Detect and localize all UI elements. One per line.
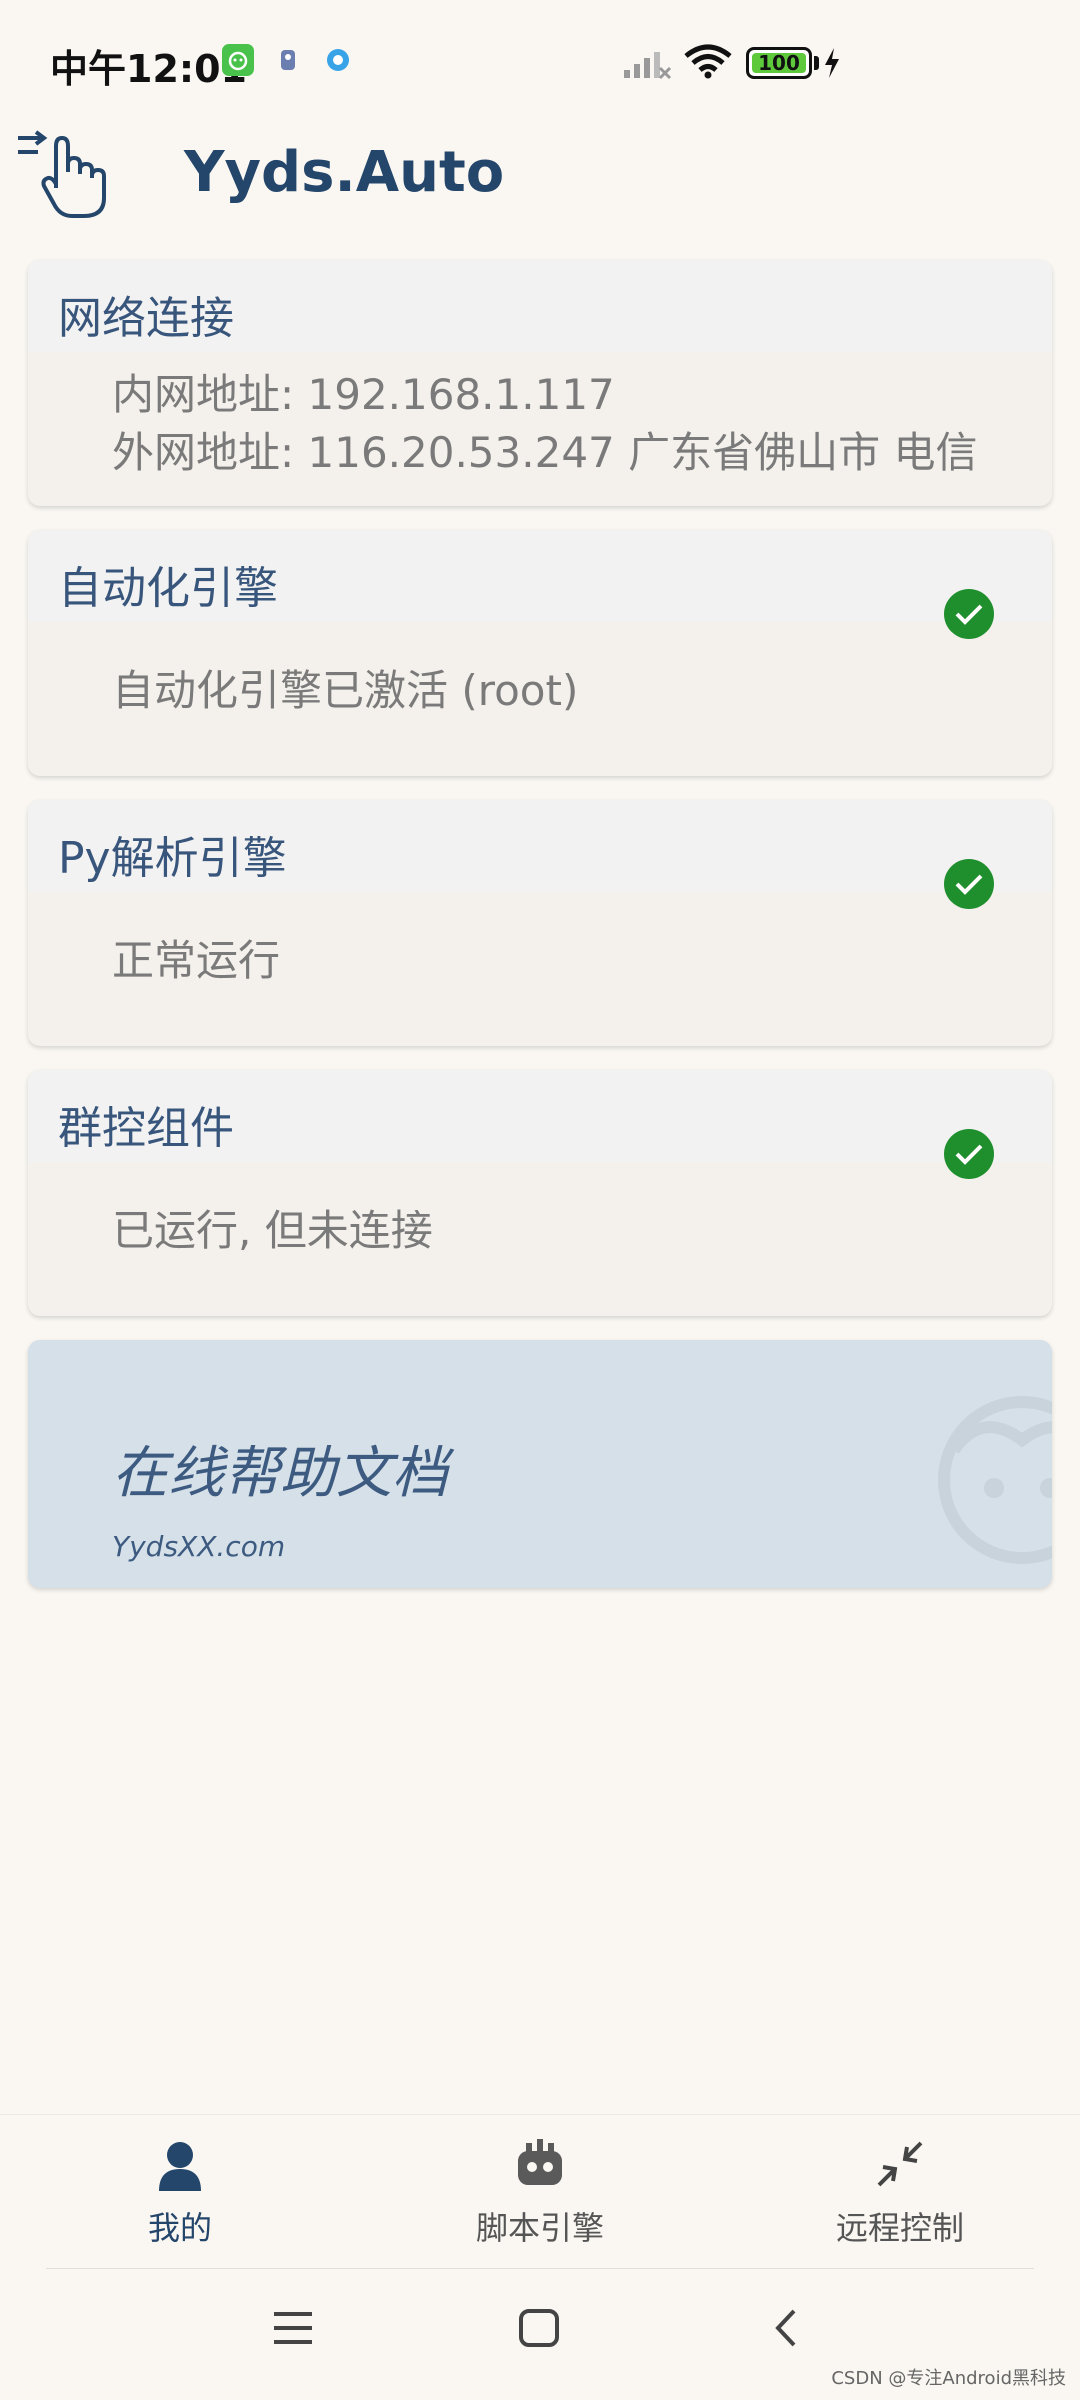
watermark: CSDN @专注Android黑科技	[831, 2368, 1066, 2389]
status-bar: 中午12:01 100	[0, 0, 1080, 120]
card-title: Py解析引擎	[28, 800, 1052, 892]
help-docs-card[interactable]: 在线帮助文档 YydsXX.com	[28, 1340, 1052, 1588]
check-circle-icon	[944, 1129, 994, 1179]
remote-arrows-icon	[873, 2141, 927, 2195]
help-title: 在线帮助文档	[112, 1441, 448, 1506]
lan-address: 内网地址: 192.168.1.117	[112, 370, 615, 419]
nav-label: 脚本引擎	[475, 2209, 604, 2247]
person-icon	[155, 2142, 205, 2195]
browser-notification-icon	[322, 44, 354, 76]
automation-status: 自动化引擎已激活 (root)	[112, 666, 579, 715]
signal-icon	[622, 46, 672, 84]
app-screen: 中午12:01 100 Yyds.Auto 网络连接 内网地址: 192.168…	[0, 0, 1080, 2400]
bottom-navigation: 我的 脚本引擎 远程控制	[0, 2114, 1080, 2270]
network-card[interactable]: 网络连接 内网地址: 192.168.1.117 外网地址: 116.20.53…	[28, 260, 1052, 506]
network-info: 内网地址: 192.168.1.117 外网地址: 116.20.53.247 …	[28, 352, 1052, 482]
python-status: 正常运行	[112, 936, 281, 985]
card-title: 自动化引擎	[28, 530, 1052, 622]
group-control-card[interactable]: 群控组件 已运行, 但未连接	[28, 1070, 1052, 1316]
status-time: 中午12:01	[50, 47, 247, 91]
check-circle-icon	[944, 589, 994, 639]
card-title: 群控组件	[28, 1070, 1052, 1162]
help-url: YydsXX.com	[112, 1530, 286, 1563]
check-circle-icon	[944, 859, 994, 909]
card-title: 网络连接	[28, 260, 1052, 352]
app-title: Yyds.Auto	[184, 140, 505, 205]
app-notification-icon	[222, 44, 254, 76]
home-icon[interactable]	[518, 2308, 560, 2352]
battery-icon: 100	[746, 47, 812, 79]
charging-icon	[824, 48, 840, 82]
face-icon	[922, 1370, 1052, 1584]
group-control-status: 已运行, 但未连接	[112, 1206, 433, 1255]
nav-item-remote-control[interactable]: 远程控制	[780, 2137, 1020, 2249]
nav-label: 我的	[147, 2209, 212, 2247]
python-engine-card[interactable]: Py解析引擎 正常运行	[28, 800, 1052, 1046]
app-bar	[0, 120, 1080, 260]
nav-label: 远程控制	[835, 2209, 964, 2247]
menu-icon[interactable]	[272, 2308, 314, 2352]
robot-notification-icon	[272, 44, 304, 76]
back-icon[interactable]	[772, 2308, 802, 2352]
hand-pointer-icon	[14, 128, 114, 222]
robot-icon	[512, 2139, 568, 2195]
wan-address: 外网地址: 116.20.53.247 广东省佛山市 电信	[112, 428, 978, 477]
nav-item-mine[interactable]: 我的	[60, 2137, 300, 2249]
battery-level: 100	[758, 51, 800, 75]
wifi-icon	[684, 44, 732, 84]
nav-item-script-engine[interactable]: 脚本引擎	[420, 2137, 660, 2249]
automation-engine-card[interactable]: 自动化引擎 自动化引擎已激活 (root)	[28, 530, 1052, 776]
